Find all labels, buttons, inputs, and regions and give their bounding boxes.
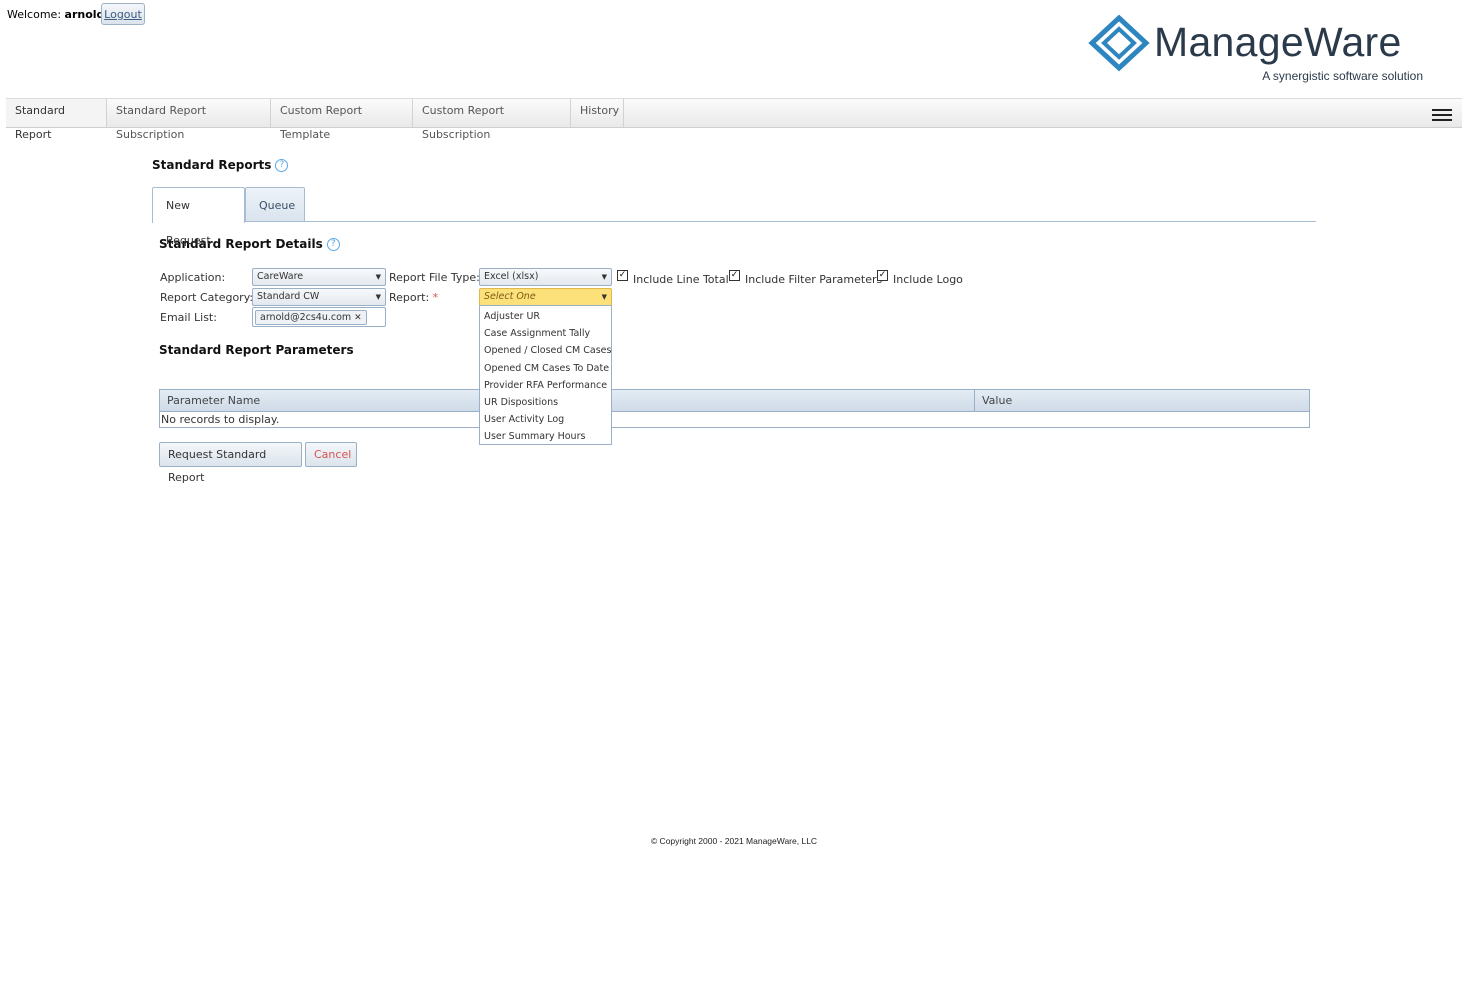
application-label: Application:: [160, 271, 226, 284]
report-option[interactable]: Opened CM Cases To Date: [480, 360, 611, 377]
logo-name: ManageWare: [1154, 19, 1402, 65]
tab-queue[interactable]: Queue: [245, 187, 305, 222]
help-icon[interactable]: ?: [326, 238, 340, 251]
file-type-label: Report File Type:: [389, 271, 480, 284]
chevron-down-icon: ▼: [601, 273, 607, 281]
welcome-prefix: Welcome:: [7, 8, 62, 21]
report-option[interactable]: Opened / Closed CM Cases: [480, 342, 611, 359]
report-option[interactable]: User Summary Hours: [480, 428, 611, 445]
include-line-total-checkbox[interactable]: ✓: [617, 270, 628, 281]
report-value: Select One: [484, 291, 536, 302]
file-type-select[interactable]: Excel (xlsx) ▼: [479, 268, 612, 286]
report-dropdown-list: Adjuster UR Case Assignment Tally Opened…: [479, 305, 612, 445]
logo: ManageWare A synergistic software soluti…: [1086, 12, 1431, 87]
grid-empty-message: No records to display.: [161, 413, 280, 426]
include-filter-parameters-label: Include Filter Parameters: [745, 273, 883, 286]
report-category-value: Standard CW: [257, 291, 320, 302]
tab-divider: [152, 221, 1316, 222]
chevron-down-icon: ▼: [601, 293, 607, 301]
column-header-value[interactable]: Value: [975, 390, 1309, 412]
report-category-label: Report Category:: [160, 291, 254, 304]
email-list-input[interactable]: arnold@2cs4u.com ✕: [252, 307, 386, 327]
top-menu-bar: Standard Report Standard Report Subscrip…: [6, 98, 1462, 141]
required-mark: *: [432, 291, 439, 304]
cancel-button[interactable]: Cancel: [305, 442, 357, 467]
menu-item-standard-report[interactable]: Standard Report: [6, 99, 107, 141]
report-option[interactable]: UR Dispositions: [480, 394, 611, 411]
chevron-down-icon: ▼: [375, 273, 381, 281]
menu-item-standard-report-subscription[interactable]: Standard Report Subscription: [107, 99, 271, 141]
logout-button[interactable]: Logout: [101, 3, 145, 25]
manageware-logo-icon: [1088, 14, 1150, 72]
parameters-heading: Standard Report Parameters: [159, 343, 354, 357]
report-label: Report: *: [389, 291, 438, 304]
email-list-label: Email List:: [160, 311, 217, 324]
report-option[interactable]: Adjuster UR: [480, 308, 611, 325]
file-type-value: Excel (xlsx): [484, 271, 539, 282]
menu-item-custom-report-template[interactable]: Custom Report Template: [271, 99, 413, 141]
help-icon[interactable]: ?: [275, 159, 289, 172]
page-title-text: Standard Reports: [152, 158, 272, 172]
include-filter-parameters-checkbox[interactable]: ✓: [729, 270, 740, 281]
tab-new-request[interactable]: New Request: [152, 187, 245, 247]
username: arnold: [64, 8, 105, 21]
page-title: Standard Reports?: [152, 158, 289, 172]
grid-header: Parameter Name Value: [160, 390, 1309, 412]
copyright-text: © Copyright 2000 - 2021 ManageWare, LLC: [650, 836, 818, 846]
application-value: CareWare: [257, 271, 304, 282]
hamburger-menu-icon[interactable]: [1432, 109, 1452, 123]
logo-tagline: A synergistic software solution: [1262, 69, 1423, 83]
chevron-down-icon: ▼: [375, 293, 381, 301]
application-select[interactable]: CareWare ▼: [252, 268, 386, 286]
remove-token-icon[interactable]: ✕: [354, 313, 362, 323]
email-token: arnold@2cs4u.com ✕: [255, 310, 367, 325]
request-standard-report-button[interactable]: Request Standard Report: [159, 442, 302, 484]
report-option[interactable]: User Activity Log: [480, 411, 611, 428]
include-logo-label: Include Logo: [893, 273, 963, 286]
welcome-text: Welcome: arnold: [7, 8, 104, 21]
menu-item-history[interactable]: History: [571, 99, 624, 127]
email-token-text: arnold@2cs4u.com: [260, 312, 352, 323]
menu-item-custom-report-subscription[interactable]: Custom Report Subscription: [413, 99, 571, 141]
report-category-select[interactable]: Standard CW ▼: [252, 288, 386, 306]
report-label-text: Report:: [389, 291, 430, 304]
parameters-grid: Parameter Name Value No records to displ…: [159, 389, 1310, 428]
report-select[interactable]: Select One ▼: [479, 288, 612, 306]
report-option[interactable]: Case Assignment Tally: [480, 325, 611, 342]
report-option[interactable]: Provider RFA Performance: [480, 377, 611, 394]
include-logo-checkbox[interactable]: ✓: [877, 270, 888, 281]
include-line-total-label: Include Line Total: [633, 273, 729, 286]
